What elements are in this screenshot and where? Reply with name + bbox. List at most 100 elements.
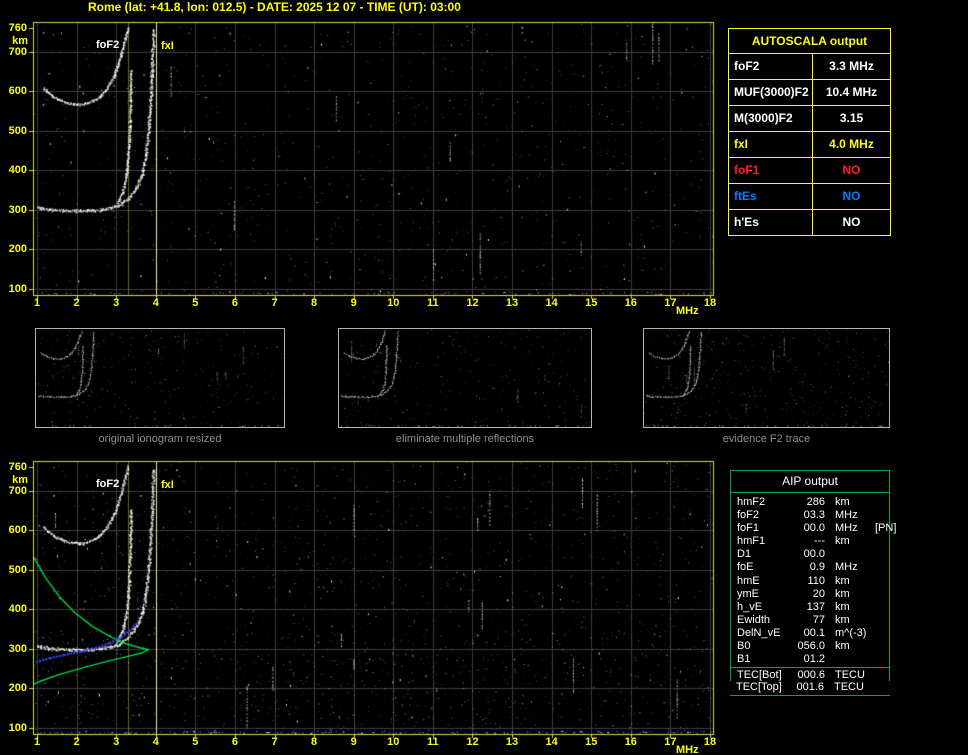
autoscala-table-row: ftEsNO	[729, 184, 890, 210]
thumbnail-canvas	[644, 329, 889, 427]
aip-table-row: foF100.0MHz[PN]	[731, 522, 889, 535]
x-axis-tick-label: 12	[461, 297, 483, 309]
aip-row-extra	[872, 681, 890, 695]
x-axis-tick-label: 15	[580, 297, 602, 309]
x-axis-tick-label: 5	[184, 297, 206, 309]
thumbnail-eliminate-reflections	[338, 328, 592, 428]
autoscala-row-value: NO	[813, 210, 890, 235]
aip-table-row: Ewidth77km	[731, 614, 889, 627]
x-axis-tick-label: 18	[699, 297, 721, 309]
aip-table-row: B0056.0km	[731, 640, 889, 653]
aip-row-label: h_vE	[737, 601, 793, 614]
bottom-ionogram-canvas	[28, 455, 718, 741]
y-axis-tick-label: 600	[1, 524, 27, 536]
aip-row-extra	[873, 614, 889, 627]
aip-row-extra	[873, 640, 889, 653]
aip-row-extra	[873, 561, 889, 574]
aip-row-value: ---	[793, 535, 825, 548]
x-axis-tick-label: 11	[422, 736, 444, 748]
thumbnail-evidence-f2-trace	[643, 328, 890, 428]
autoscala-table-row: MUF(3000)F210.4 MHz	[729, 80, 890, 106]
x-axis-tick-label: 18	[699, 736, 721, 748]
aip-row-value: 77	[793, 614, 825, 627]
aip-row-extra	[873, 588, 889, 601]
x-axis-tick-label: 4	[145, 736, 167, 748]
aip-table-row: hmF1---km	[731, 535, 889, 548]
y-axis-tick-label: 400	[1, 603, 27, 615]
autoscala-row-value: 4.0 MHz	[813, 132, 890, 157]
y-axis-tick-label: 100	[1, 722, 27, 734]
aip-row-unit: MHz	[825, 561, 873, 574]
aip-row-unit: km	[825, 614, 873, 627]
x-axis-tick-label: 15	[580, 736, 602, 748]
aip-row-unit: TECU	[824, 681, 872, 695]
y-axis-tick-label: 700	[1, 46, 27, 58]
x-axis-tick-label: 2	[66, 736, 88, 748]
x-axis-tick-label: 8	[303, 736, 325, 748]
aip-row-label: B0	[737, 640, 793, 653]
autoscala-row-label: fxI	[729, 132, 813, 157]
aip-table-row: h_vE137km	[731, 601, 889, 614]
aip-row-unit	[825, 653, 873, 666]
autoscala-row-label: ftEs	[729, 184, 813, 209]
y-axis-tick-label: 400	[1, 164, 27, 176]
aip-row-label: foF1	[737, 522, 793, 535]
aip-row-label: hmF1	[737, 535, 793, 548]
aip-row-extra	[873, 535, 889, 548]
foF2-annotation: foF2	[96, 39, 119, 51]
aip-row-value: 01.2	[793, 653, 825, 666]
thumbnail-canvas	[36, 329, 284, 427]
x-axis-tick-label: 16	[620, 297, 642, 309]
x-axis-tick-label: 13	[501, 297, 523, 309]
autoscala-row-value: NO	[813, 158, 890, 183]
y-axis-tick-label: 200	[1, 243, 27, 255]
aip-table-row: B101.2	[731, 653, 889, 666]
aip-output-table: AIP output hmF2286kmfoF203.3MHzfoF100.0M…	[730, 470, 890, 683]
x-axis-tick-label: 17	[659, 297, 681, 309]
aip-row-unit: km	[825, 601, 873, 614]
aip-table-row: hmF2286km	[731, 496, 889, 509]
x-axis-tick-label: 14	[541, 736, 563, 748]
aip-row-value: 286	[793, 496, 825, 509]
aip-row-label: hmE	[737, 575, 793, 588]
aip-row-extra	[873, 509, 889, 522]
aip-row-label: foE	[737, 561, 793, 574]
aip-table-row: foE0.9MHz	[731, 561, 889, 574]
aip-table-row: DelN_vE00.1m^(-3)	[731, 627, 889, 640]
aip-row-unit: km	[825, 588, 873, 601]
aip-row-value: 110	[793, 575, 825, 588]
x-axis-tick-label: 14	[541, 297, 563, 309]
autoscala-table-row: foF23.3 MHz	[729, 54, 890, 80]
y-axis-tick-label: 500	[1, 125, 27, 137]
aip-table-title: AIP output	[731, 471, 889, 493]
x-axis-tick-label: 8	[303, 297, 325, 309]
x-axis-tick-label: 10	[382, 736, 404, 748]
autoscala-output-table: AUTOSCALA output foF23.3 MHzMUF(3000)F21…	[728, 28, 891, 236]
aip-row-unit	[825, 548, 873, 561]
y-axis-tick-label: 760	[1, 461, 27, 473]
x-axis-tick-label: 3	[105, 297, 127, 309]
top-ionogram-canvas	[28, 16, 718, 302]
aip-table-row: D100.0	[731, 548, 889, 561]
aip-row-value: 03.3	[793, 509, 825, 522]
thumbnail-caption: evidence F2 trace	[643, 433, 890, 445]
aip-row-extra	[873, 575, 889, 588]
y-axis-tick-label: 600	[1, 85, 27, 97]
aip-row-unit: m^(-3)	[825, 627, 873, 640]
x-axis-tick-label: 11	[422, 297, 444, 309]
autoscala-table-row: h'EsNO	[729, 210, 890, 235]
autoscala-output-window: Rome (lat: +41.8, lon: 012.5) - DATE: 20…	[0, 0, 968, 755]
x-axis-tick-label: 9	[343, 736, 365, 748]
aip-row-label: TEC[Top]	[736, 681, 792, 695]
x-axis-tick-label: 4	[145, 297, 167, 309]
y-axis-tick-label: 500	[1, 564, 27, 576]
y-axis-tick-label: 760	[1, 22, 27, 34]
autoscala-table-title: AUTOSCALA output	[729, 29, 890, 54]
aip-row-value: 137	[793, 601, 825, 614]
aip-row-value: 001.6	[792, 681, 824, 695]
thumbnail-original-ionogram	[35, 328, 285, 428]
foF2-annotation: foF2	[96, 478, 119, 490]
aip-row-value: 056.0	[793, 640, 825, 653]
fxI-annotation: fxI	[161, 479, 174, 491]
aip-row-unit: km	[825, 640, 873, 653]
